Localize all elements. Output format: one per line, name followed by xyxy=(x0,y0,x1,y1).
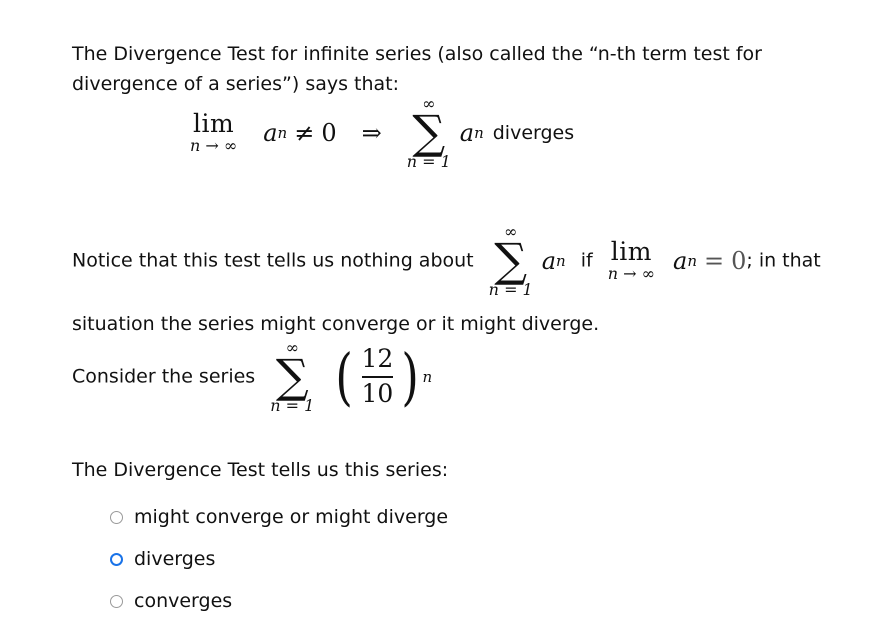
summation-lower-limit: n = 1 xyxy=(406,151,451,171)
option-might-converge-or-might-diverge[interactable]: might converge or might diverge xyxy=(110,496,448,538)
limit-relation-value: 0 xyxy=(731,246,747,275)
limit-term-subscript: n xyxy=(687,251,697,270)
relation-value: 0 xyxy=(321,118,337,147)
series-exponent: n xyxy=(422,367,433,386)
open-paren: ( xyxy=(335,339,354,413)
summation-operator: ∞ ∑ n = 1 xyxy=(270,340,314,414)
answer-options-group[interactable]: might converge or might diverge diverges… xyxy=(110,496,448,622)
display-equation-divergence-test: lim n → ∞ an ≠ 0 ⇒ ∞ ∑ n = 1 an diverges xyxy=(190,96,574,170)
option-diverges[interactable]: diverges xyxy=(110,538,448,580)
option-label: might converge or might diverge xyxy=(134,506,449,528)
radio-button-icon[interactable] xyxy=(110,552,123,566)
fraction-denominator: 10 xyxy=(361,378,394,408)
limit-operator: lim n → ∞ xyxy=(190,109,238,156)
sum-term-subscript: n xyxy=(474,123,484,142)
limit-relation-symbol: = xyxy=(703,246,725,275)
summation-lower-limit: n = 1 xyxy=(488,279,533,299)
option-label: diverges xyxy=(134,548,216,570)
notice-paragraph-line2: situation the series might converge or i… xyxy=(72,313,600,335)
limit-term-variable: a xyxy=(673,246,688,275)
inline-limit-expression: lim n → ∞ an = 0 xyxy=(599,237,747,284)
consider-series-paragraph: Consider the series ∞ ∑ n = 1 ( 12 10 ) n xyxy=(72,340,432,414)
summation-operator: ∞ ∑ n = 1 xyxy=(407,96,451,170)
limit-word: lim xyxy=(193,109,235,139)
intro-paragraph: The Divergence Test for infinite series … xyxy=(72,43,762,95)
notice-text-before: Notice that this test tells us nothing a… xyxy=(72,249,474,272)
consider-text: Consider the series xyxy=(72,365,256,388)
limit-subscript: n → ∞ xyxy=(190,136,238,156)
implies-symbol: ⇒ xyxy=(361,118,382,147)
sigma-glyph: ∑ xyxy=(494,233,528,287)
radio-button-icon[interactable] xyxy=(110,510,123,524)
term-variable: a xyxy=(263,118,278,147)
question-prompt: The Divergence Test tells us this series… xyxy=(72,459,449,481)
radio-button-icon[interactable] xyxy=(110,594,123,608)
summation-operator: ∞ ∑ n = 1 xyxy=(489,224,533,298)
limit-subscript: n → ∞ xyxy=(607,264,655,284)
series-expression: ∞ ∑ n = 1 ( 12 10 ) n xyxy=(261,340,432,414)
fraction-bar xyxy=(361,376,394,378)
sum-term-subscript: n xyxy=(556,251,566,270)
option-label: converges xyxy=(134,590,233,612)
summation-lower-limit: n = 1 xyxy=(270,395,315,415)
notice-paragraph: Notice that this test tells us nothing a… xyxy=(72,224,862,298)
equation-conclusion-text: diverges xyxy=(492,121,575,144)
inline-summation: ∞ ∑ n = 1 an xyxy=(480,224,575,298)
fraction-twelve-tenths: 12 10 xyxy=(357,345,399,408)
relation-symbol: ≠ xyxy=(294,118,315,147)
notice-text-middle: if xyxy=(580,249,593,272)
question-page: The Divergence Test for infinite series … xyxy=(0,0,871,634)
option-converges[interactable]: converges xyxy=(110,580,448,622)
limit-word: lim xyxy=(610,237,652,267)
sigma-glyph: ∑ xyxy=(275,349,309,403)
sum-term-variable: a xyxy=(459,118,475,147)
close-paren: ) xyxy=(401,339,420,413)
sum-term-variable: a xyxy=(541,246,557,275)
term-subscript: n xyxy=(277,123,288,142)
notice-text-after: ; in that xyxy=(746,249,821,272)
sigma-glyph: ∑ xyxy=(412,105,446,159)
fraction-numerator: 12 xyxy=(361,344,394,374)
limit-operator: lim n → ∞ xyxy=(607,237,655,284)
